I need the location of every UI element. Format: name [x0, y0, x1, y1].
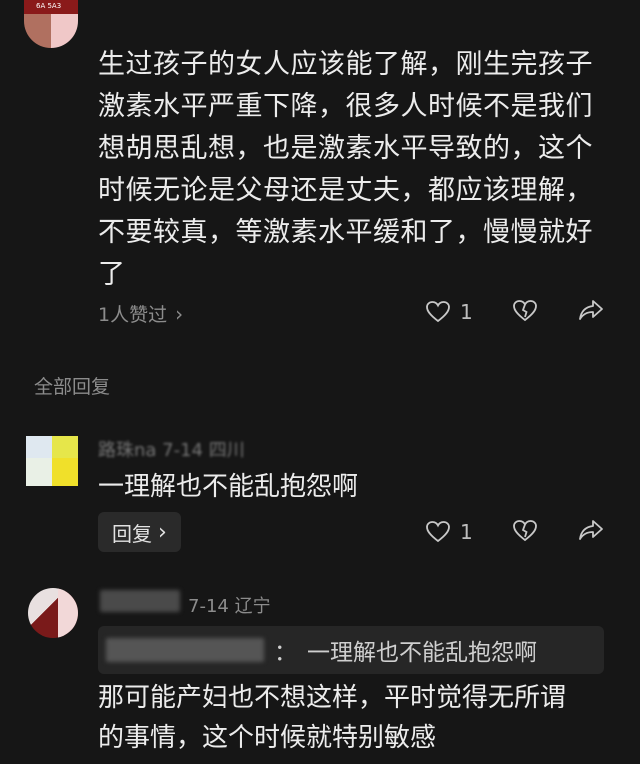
comment-line: 了: [98, 259, 126, 290]
reply1-text: 一理解也不能乱抱怨啊: [98, 472, 359, 502]
reply1-like-count: 1: [460, 520, 473, 544]
reply1-avatar[interactable]: [26, 436, 78, 486]
heart-icon: [426, 301, 450, 323]
share-icon: [578, 518, 604, 542]
dislike-button[interactable]: [513, 300, 537, 322]
reply1-dislike-button[interactable]: [513, 520, 537, 542]
commenter-avatar[interactable]: 6A 5A3: [24, 0, 78, 48]
like-button[interactable]: 1: [426, 300, 473, 324]
quote-username-blur: [106, 638, 264, 662]
comment-body: 生过孩子的女人应该能了解，刚生完孩子 激素水平严重下降，很多人时候不是我们 想胡…: [98, 44, 618, 296]
broken-heart-icon: [513, 300, 537, 322]
chevron-right-icon: ›: [158, 519, 167, 545]
like-count: 1: [460, 300, 473, 324]
share-button[interactable]: [578, 298, 604, 322]
broken-heart-icon: [513, 520, 537, 542]
reply2-line: 那可能产妇也不想这样，平时觉得无所谓: [98, 683, 567, 713]
reply1-share-button[interactable]: [578, 518, 604, 542]
chevron-right-icon: ›: [175, 301, 184, 326]
comment-line: 时候无论是父母还是丈夫，都应该理解，: [98, 175, 593, 206]
quote-text: 一理解也不能乱抱怨啊: [307, 640, 537, 666]
reply-button[interactable]: 回复 ›: [98, 512, 181, 552]
replies-header: 全部回复: [34, 376, 111, 398]
share-icon: [578, 298, 604, 322]
avatar-text: 6A 5A3: [36, 2, 62, 10]
reply2-body: 那可能产妇也不想这样，平时觉得无所谓 的事情，这个时候就特别敏感: [98, 678, 618, 758]
reply2-meta: 7-14 辽宁: [188, 596, 271, 617]
heart-icon: [426, 521, 450, 543]
comment-line: 生过孩子的女人应该能了解，刚生完孩子: [98, 49, 593, 80]
quote-prefix: ：: [274, 640, 297, 666]
reply2-line: 的事情，这个时候就特别敏感: [98, 723, 437, 753]
reply1-like-button[interactable]: 1: [426, 520, 473, 544]
likes-summary-text: 1人赞过: [98, 304, 168, 326]
reply1-meta: 路珠na 7-14 四川: [98, 440, 245, 461]
reply2-username-blur: [100, 590, 180, 612]
comment-line: 不要较真，等激素水平缓和了，慢慢就好: [98, 217, 593, 248]
comment-line: 想胡思乱想，也是激素水平导致的，这个: [98, 133, 593, 164]
likes-summary-link[interactable]: 1人赞过 ›: [98, 300, 183, 327]
reply2-quote[interactable]: ： 一理解也不能乱抱怨啊: [98, 626, 604, 674]
reply2-avatar[interactable]: [28, 588, 78, 638]
comment-line: 激素水平严重下降，很多人时候不是我们: [98, 91, 593, 122]
reply-button-label: 回复: [112, 521, 152, 546]
